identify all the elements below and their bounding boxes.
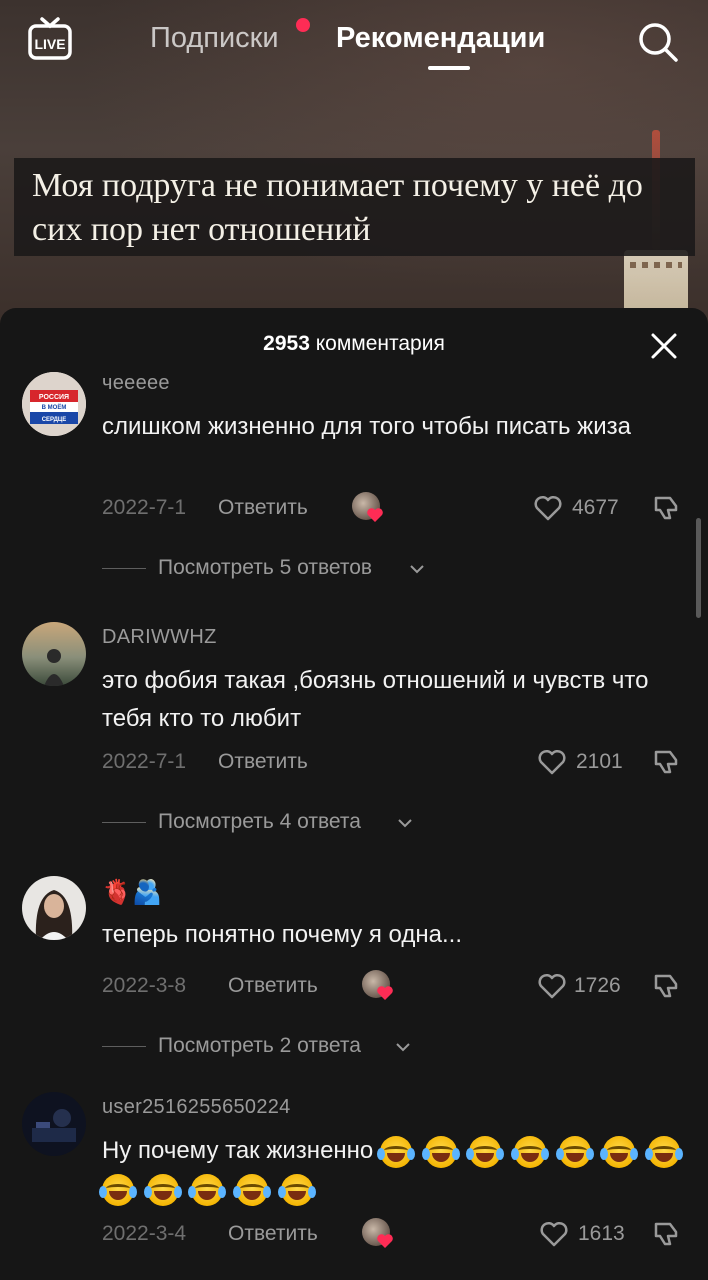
top-bar: LIVE Подписки Рекомендации [0,0,708,80]
svg-text:РОССИЯ: РОССИЯ [39,394,69,401]
heart-icon [377,986,393,1000]
view-replies-button[interactable]: Посмотреть 5 ответов [102,554,502,584]
like-count: 1613 [578,1222,625,1245]
comments-sheet: 2953 комментария РОССИЯ В МОЁМ СЕРДЦЕ че… [0,308,708,1280]
comment-meta: 2022-3-8 Ответить 1726 [102,970,692,1004]
dislike-icon[interactable] [650,1218,682,1250]
like-icon[interactable] [532,492,564,524]
close-icon[interactable] [648,330,680,362]
laughing-emoji-icon [376,1135,415,1168]
laughing-emoji-icon [99,1173,137,1206]
comment-date: 2022-3-4 [102,1222,187,1245]
comment-text: слишком жизненно для того чтобы писать ж… [102,413,631,440]
avatar-image: РОССИЯ В МОЁМ СЕРДЦЕ [22,372,86,436]
avatar-image [22,1092,86,1156]
dislike-icon[interactable] [650,746,682,778]
laughing-emoji-icon [233,1173,272,1206]
comments-count-title: 2953 комментария [0,332,708,356]
comment-text: это фобия такая ,боязнь отношений и чувс… [102,667,649,732]
reply-button[interactable]: Ответить [218,496,308,520]
like-icon[interactable] [538,1218,570,1250]
dislike-icon[interactable] [650,970,682,1002]
laughing-emoji-icon [510,1135,549,1168]
view-replies-label: Посмотреть 4 ответа [158,810,361,833]
dislike-icon[interactable] [650,492,682,524]
laughing-emoji-icon [421,1135,460,1168]
tab-recommendations[interactable]: Рекомендации [336,22,545,55]
laughing-emoji-icon [555,1135,594,1168]
avatar[interactable]: РОССИЯ В МОЁМ СЕРДЦЕ [22,372,86,436]
comment-meta: 2022-7-1 Ответить 2101 [102,746,692,780]
heart-icon [367,508,383,522]
like-count: 2101 [576,750,623,773]
live-icon[interactable]: LIVE [26,16,74,64]
svg-text:СЕРДЦЕ: СЕРДЦЕ [42,417,67,423]
comments-count-label: комментария [315,332,445,355]
tab-subscriptions[interactable]: Подписки [150,22,279,55]
comment-date: 2022-7-1 [102,496,187,519]
laughing-emoji-icon [466,1135,505,1168]
avatar-image [22,876,86,940]
chevron-down-icon [398,819,412,828]
view-replies-label: Посмотреть 2 ответа [158,1034,361,1057]
laughing-emoji-icon [143,1173,182,1206]
svg-text:В МОЁМ: В МОЁМ [42,404,67,411]
avatar[interactable] [22,1092,86,1156]
reply-button[interactable]: Ответить [228,974,318,998]
comment-text-body: Ну почему так жизненно [102,1137,374,1164]
laughing-emoji-icon [188,1173,227,1206]
replies-divider [102,822,146,823]
comment-username[interactable]: чеееее [102,372,170,395]
view-replies-button[interactable]: Посмотреть 2 ответа [102,1032,502,1062]
laughing-emoji-icon [600,1135,639,1168]
view-replies-button[interactable]: Посмотреть 4 ответа [102,808,502,838]
heart-icon [377,1234,393,1248]
avatar[interactable] [22,876,86,940]
chevron-down-icon [396,1043,410,1052]
like-count: 1726 [574,974,621,997]
live-label: LIVE [34,36,65,52]
notification-dot [296,18,310,32]
view-replies-label: Посмотреть 5 ответов [158,556,373,579]
comment-text: теперь понятно почему я одна... [102,921,462,948]
comment-date: 2022-7-1 [102,750,187,773]
like-count: 4677 [572,496,619,519]
scrollbar[interactable] [696,518,701,618]
active-tab-indicator [428,66,470,70]
like-icon[interactable] [536,970,568,1002]
comment-date: 2022-3-8 [102,974,187,997]
laughing-emoji-icon [644,1135,683,1168]
avatar-image [22,622,86,686]
comment-username[interactable]: DARIWWHZ [102,626,217,649]
comment-meta: 2022-3-4 Ответить 1613 [102,1218,692,1252]
like-icon[interactable] [536,746,568,778]
replies-divider [102,1046,146,1047]
search-icon[interactable] [636,20,680,64]
video-caption: Моя подруга не понимает почему у неё до … [14,158,695,256]
reply-button[interactable]: Ответить [228,1222,318,1246]
avatar[interactable] [22,622,86,686]
comment-username[interactable]: 🫀🫂 [102,878,162,907]
comment-username[interactable]: user2516255650224 [102,1096,291,1119]
comment-text: Ну почему так жизненно [99,1132,692,1208]
comment-meta: 2022-7-1 Ответить 4677 [102,492,692,526]
author-liked-badge [362,970,396,1004]
laughing-emoji-icon [277,1173,316,1206]
author-liked-badge [362,1218,396,1252]
reply-button[interactable]: Ответить [218,750,308,774]
author-liked-badge [352,492,386,526]
chevron-down-icon [410,565,424,574]
comments-count: 2953 [263,332,310,355]
replies-divider [102,568,146,569]
